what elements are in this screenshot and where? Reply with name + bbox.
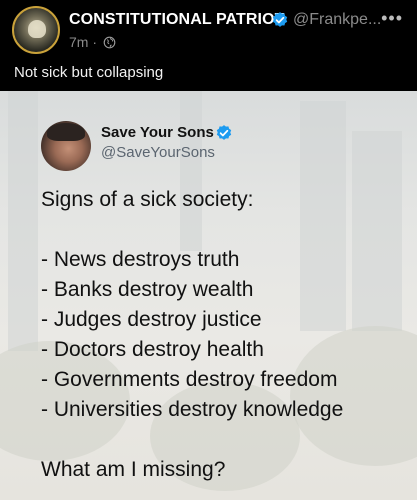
avatar-image-icon — [28, 20, 46, 38]
verified-badge-icon — [272, 12, 288, 27]
post-header: CONSTITUTIONAL PATRIOT @Frankpe... ••• 7… — [0, 0, 417, 58]
tweet-author-name: Save Your Sons — [101, 124, 214, 141]
tweet-body: Signs of a sick society: - News destroys… — [41, 185, 401, 485]
tweet-line: Signs of a sick society: — [41, 188, 254, 211]
tweet-line: - Doctors destroy health — [41, 338, 264, 361]
tweet-line: - Banks destroy wealth — [41, 278, 254, 301]
author-display-name[interactable]: CONSTITUTIONAL PATRIOT — [69, 11, 285, 29]
author-handle[interactable]: @Frankpe... — [293, 11, 381, 29]
embedded-tweet: Save Your Sons @SaveYourSons Signs of a … — [0, 91, 417, 500]
tweet-line: - Judges destroy justice — [41, 308, 262, 331]
tweet-line: - Universities destroy knowledge — [41, 398, 344, 421]
tweet-line: What am I missing? — [41, 458, 226, 481]
avatar-image-icon — [47, 123, 85, 141]
author-avatar[interactable] — [12, 6, 60, 54]
tweet-line: - News destroys truth — [41, 248, 240, 271]
tweet-author-handle: @SaveYourSons — [101, 144, 215, 161]
tweet-line — [41, 215, 401, 245]
globe-icon — [103, 36, 116, 49]
tweet-line: - Governments destroy freedom — [41, 368, 338, 391]
tweet-line — [41, 425, 401, 455]
post-image[interactable]: Save Your Sons @SaveYourSons Signs of a … — [0, 91, 417, 500]
tweet-author-avatar — [41, 121, 91, 171]
verified-badge-icon — [216, 125, 232, 140]
more-options-icon[interactable]: ••• — [381, 9, 403, 27]
post-meta: 7m · — [69, 34, 116, 50]
post-timestamp[interactable]: 7m · — [69, 34, 97, 50]
post-caption: Not sick but collapsing — [14, 64, 164, 81]
